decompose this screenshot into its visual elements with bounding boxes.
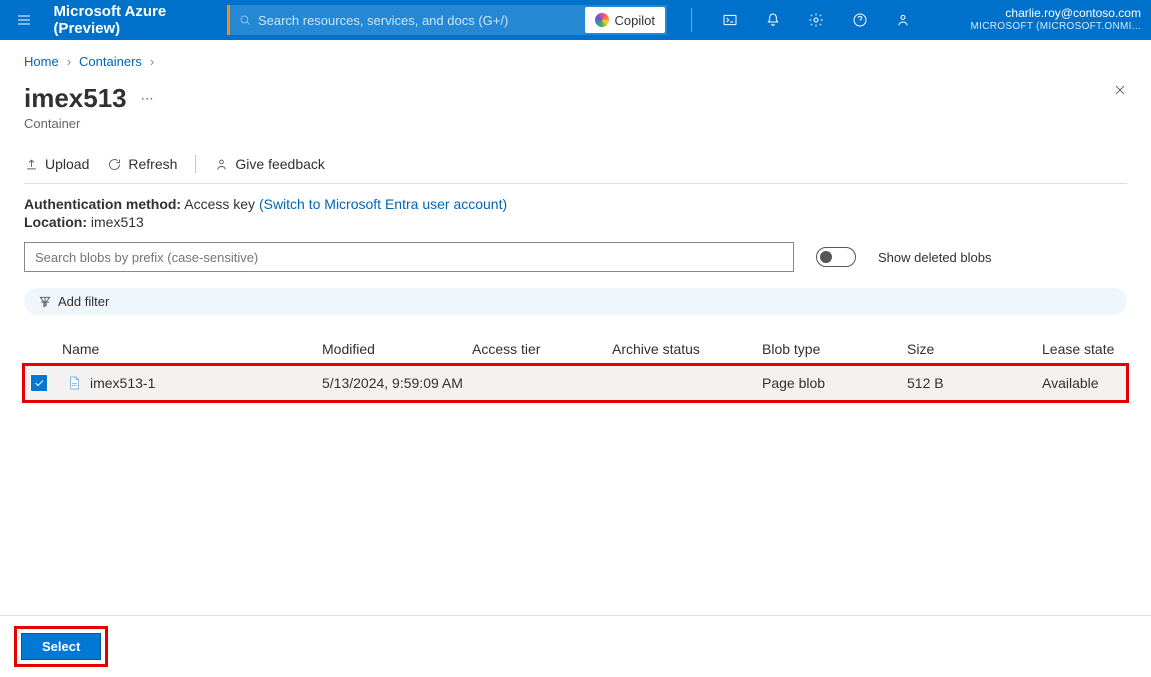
top-header: Microsoft Azure (Preview) Copilot charli… [0,0,1151,40]
auth-switch-link[interactable]: (Switch to Microsoft Entra user account) [259,196,507,212]
col-blob-type[interactable]: Blob type [762,341,907,357]
filter-icon [38,295,52,309]
breadcrumb: Home › Containers › [24,54,1127,69]
toolbar-divider [195,155,196,173]
breadcrumb-home[interactable]: Home [24,54,59,69]
feedback-button[interactable]: Give feedback [214,156,325,172]
blob-grid: Name Modified Access tier Archive status… [24,337,1127,401]
help-icon[interactable] [846,4,873,36]
filter-row: Show deleted blobs [24,242,1127,272]
col-name[interactable]: Name [62,341,322,357]
global-search[interactable]: Copilot [227,5,667,35]
auth-method-label: Authentication method: [24,196,181,212]
account-email: charlie.roy@contoso.com [961,6,1141,20]
account-directory: MICROSOFT (MICROSOFT.ONMI... [961,20,1141,34]
file-icon [66,375,82,391]
cell-blob-type: Page blob [762,375,907,391]
header-divider [691,8,692,32]
feedback-label: Give feedback [235,156,325,172]
cell-modified: 5/13/2024, 9:59:09 AM [322,375,472,391]
hamburger-menu-icon[interactable] [10,4,37,36]
table-row[interactable]: imex513-1 5/13/2024, 9:59:09 AM Page blo… [24,365,1127,401]
upload-label: Upload [45,156,89,172]
auth-method-value: Access key [184,196,255,212]
page-subtitle: Container [24,116,1127,131]
col-access-tier[interactable]: Access tier [472,341,612,357]
cell-lease-state: Available [1042,375,1127,391]
notifications-icon[interactable] [759,4,786,36]
search-icon [238,13,252,27]
select-button-highlight: Select [14,626,108,667]
location-value: imex513 [91,214,144,230]
col-lease-state[interactable]: Lease state [1042,341,1127,357]
brand-title[interactable]: Microsoft Azure (Preview) [53,3,211,37]
upload-icon [24,157,39,172]
close-blade-button[interactable] [1113,83,1127,100]
select-button[interactable]: Select [21,633,101,660]
more-actions-icon[interactable]: ⋯ [141,91,156,107]
settings-gear-icon[interactable] [803,4,830,36]
blob-search-input[interactable] [24,242,794,272]
cell-name[interactable]: imex513-1 [90,375,155,391]
grid-header-row: Name Modified Access tier Archive status… [24,337,1127,365]
show-deleted-label: Show deleted blobs [878,250,991,265]
breadcrumb-containers[interactable]: Containers [79,54,142,69]
page-body: Home › Containers › imex513 ⋯ Container … [0,40,1151,615]
title-row: imex513 ⋯ [24,83,1127,114]
refresh-button[interactable]: Refresh [107,156,177,172]
add-filter-label: Add filter [58,294,109,309]
show-deleted-toggle[interactable] [816,247,856,267]
refresh-icon [107,157,122,172]
global-search-input[interactable] [252,13,586,28]
bottom-bar: Select [0,615,1151,677]
col-modified[interactable]: Modified [322,341,472,357]
command-bar: Upload Refresh Give feedback [24,145,1127,184]
info-block: Authentication method: Access key (Switc… [24,196,1127,232]
feedback-icon[interactable] [890,4,917,36]
page-title: imex513 [24,83,127,114]
account-info[interactable]: charlie.roy@contoso.com MICROSOFT (MICRO… [961,6,1141,34]
cloud-shell-icon[interactable] [716,4,743,36]
cell-size: 512 B [907,375,1042,391]
location-label: Location: [24,214,87,230]
copilot-label: Copilot [614,13,654,28]
copilot-logo-icon [595,13,609,27]
chevron-right-icon: › [150,54,154,69]
row-checkbox[interactable] [30,374,48,392]
col-size[interactable]: Size [907,341,1042,357]
copilot-button[interactable]: Copilot [585,7,664,33]
add-filter-button[interactable]: Add filter [24,288,1127,315]
feedback-person-icon [214,157,229,172]
refresh-label: Refresh [128,156,177,172]
col-archive-status[interactable]: Archive status [612,341,762,357]
upload-button[interactable]: Upload [24,156,89,172]
chevron-right-icon: › [67,54,71,69]
